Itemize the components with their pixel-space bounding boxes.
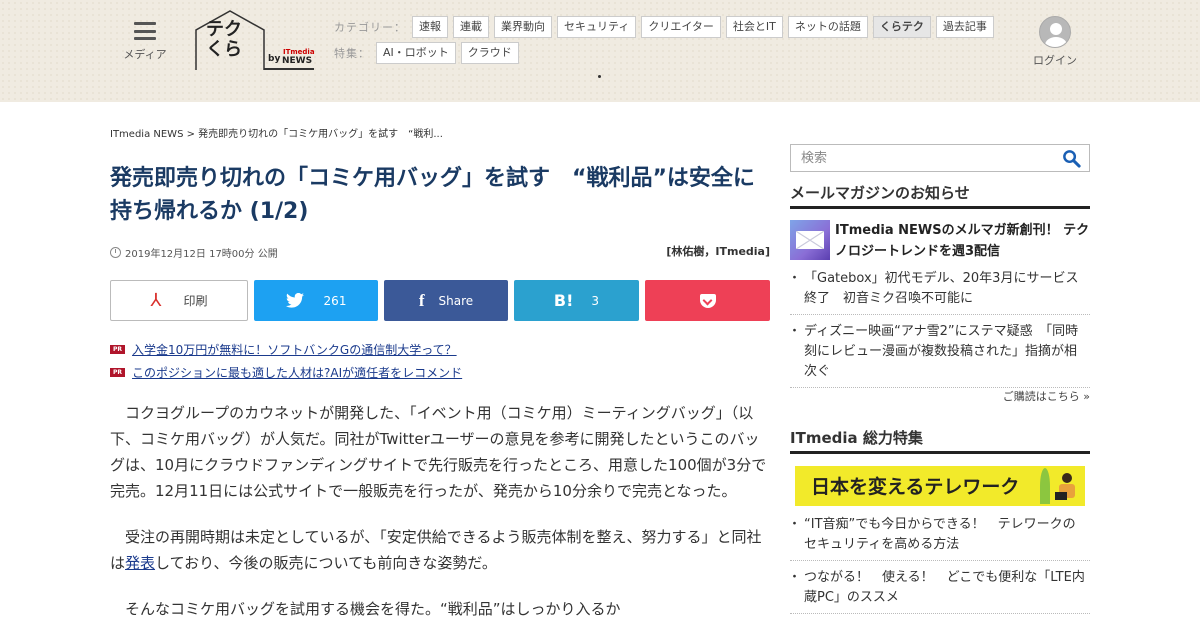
person-icon	[1055, 473, 1075, 500]
menu-label: メディア	[123, 48, 167, 61]
category-rensai[interactable]: 連載	[453, 16, 489, 38]
facebook-share-button[interactable]: f Share	[384, 280, 508, 321]
publish-date: 2019年12月12日 17時00分 公開	[110, 245, 278, 260]
breadcrumb[interactable]: ITmedia NEWS > 発売即売り切れの「コミケ用バッグ」を試す “戦利.…	[110, 125, 443, 140]
category-creator[interactable]: クリエイター	[641, 16, 721, 38]
pocket-icon	[699, 293, 716, 308]
article-paragraph: 受注の再開時期は未定としているが、「安定供給できるよう販売体制を整え、努力する」…	[110, 524, 770, 576]
banner-text: 日本を変えるテレワーク	[811, 476, 1020, 498]
logo-wordmark: テクくら	[206, 19, 242, 60]
article-paragraph: コクヨグループのカウネットが開発した、「イベント用（コミケ用）ミーティングバッグ…	[110, 404, 767, 500]
category-sokuho[interactable]: 速報	[412, 16, 448, 38]
share-bar: ⅄ 印刷 261 f Share B! 3	[110, 280, 770, 321]
list-item[interactable]: 「Gatebox」初代モデル、20年3月にサービス終了 初音ミク召喚不可能に	[788, 268, 1090, 315]
facebook-label: Share	[438, 293, 474, 308]
special-heading: ITmedia 総力特集	[790, 427, 1090, 454]
twitter-icon	[285, 293, 304, 308]
pr-item: PR このポジションに最も適した人材は?AIが適任者をレコメンド	[110, 364, 462, 381]
search-input[interactable]	[791, 145, 1051, 171]
article-title: 発売即売り切れの「コミケ用バッグ」を試す “戦利品”は安全に持ち帰れるか (1/…	[110, 166, 755, 224]
list-item[interactable]: ディズニー映画“アナ雪2”にステマ疑惑 「同時刻にレビュー漫画が複数投稿された」…	[788, 321, 1090, 388]
category-archive[interactable]: 過去記事	[935, 16, 994, 38]
twitter-share-button[interactable]: 261	[254, 280, 378, 321]
category-security[interactable]: セキュリティ	[557, 16, 637, 38]
site-logo[interactable]: テクくら by ITmedia NEWS	[194, 8, 318, 72]
author-byline: [林佑樹，ITmedia]	[666, 245, 770, 258]
mailmag-list: 「Gatebox」初代モデル、20年3月にサービス終了 初音ミク召喚不可能に デ…	[788, 268, 1090, 394]
plant-icon	[1040, 468, 1050, 504]
pr-link[interactable]: このポジションに最も適した人材は?AIが適任者をレコメンド	[132, 364, 462, 381]
menu-button[interactable]: メディア	[122, 22, 168, 62]
category-kuratech[interactable]: くらテク	[872, 16, 931, 38]
search-box	[790, 144, 1090, 172]
login-label: ログイン	[1033, 54, 1077, 67]
hamburger-icon	[134, 22, 156, 40]
hatena-count: 3	[591, 293, 600, 308]
logo-by: by	[268, 54, 281, 64]
print-button[interactable]: ⅄ 印刷	[110, 280, 248, 321]
feature-nav: 特集： AI・ロボット クラウド	[334, 42, 524, 64]
category-society-it[interactable]: 社会とIT	[725, 16, 783, 38]
feature-ai-robot[interactable]: AI・ロボット	[376, 42, 456, 64]
logo-underline	[264, 68, 314, 70]
feature-cloud[interactable]: クラウド	[460, 42, 519, 64]
avatar-icon	[1039, 16, 1071, 48]
category-nav: カテゴリー： 速報 連載 業界動向 セキュリティ クリエイター 社会とIT ネッ…	[334, 16, 999, 38]
feature-label: 特集：	[334, 47, 370, 60]
hatena-bookmark-button[interactable]: B! 3	[514, 280, 639, 321]
login-button[interactable]: ログイン	[1030, 16, 1080, 68]
pdf-icon: ⅄	[150, 290, 162, 311]
telework-banner[interactable]: 日本を変えるテレワーク	[795, 466, 1085, 506]
special-list: “IT音痴”でも今日からできる！ テレワークのセキュリティを高める方法 つながる…	[788, 514, 1090, 620]
category-net-topics[interactable]: ネットの話題	[787, 16, 868, 38]
pr-link[interactable]: 入学金10万円が無料に！ソフトバンクGの通信制大学って？	[132, 341, 457, 358]
clock-icon	[110, 247, 121, 258]
category-label: カテゴリー：	[334, 21, 406, 34]
pr-item: PR 入学金10万円が無料に！ソフトバンクGの通信制大学って？	[110, 341, 457, 358]
logo-brand-top: ITmedia	[283, 48, 315, 56]
facebook-icon: f	[418, 290, 425, 310]
pocket-button[interactable]	[645, 280, 770, 321]
announcement-link[interactable]: 発表	[125, 554, 155, 572]
list-item[interactable]: つながる！ 使える！ どこでも便利な「LTE内蔵PC」のススメ	[788, 567, 1090, 614]
logo-brand-bottom: NEWS	[282, 56, 313, 66]
mailmag-feature-title: ITmedia NEWSのメルマガ新創刊！ テクノロジートレンドを週3配信	[835, 223, 1090, 259]
mailmag-heading: メールマガジンのお知らせ	[790, 182, 1090, 209]
twitter-count: 261	[323, 293, 347, 308]
mail-icon	[790, 220, 830, 260]
paragraph-text: しており、今後の販売についても前向きな姿勢だ。	[155, 554, 497, 572]
publish-date-text: 2019年12月12日 17時00分 公開	[125, 249, 278, 260]
mailmag-feature[interactable]: ITmedia NEWSのメルマガ新創刊！ テクノロジートレンドを週3配信	[790, 220, 1090, 262]
pr-badge: PR	[110, 368, 126, 377]
subscribe-link[interactable]: ご購読はこちら »	[790, 388, 1090, 404]
site-header: メディア テクくら by ITmedia NEWS カテゴリー： 速報 連載 業…	[0, 0, 1200, 102]
search-icon[interactable]	[1062, 149, 1081, 168]
list-item[interactable]: “IT音痴”でも今日からできる！ テレワークのセキュリティを高める方法	[788, 514, 1090, 561]
pr-badge: PR	[110, 345, 126, 354]
article-body: コクヨグループのカウネットが開発した、「イベント用（コミケ用）ミーティングバッグ…	[110, 400, 770, 630]
print-label: 印刷	[183, 294, 208, 308]
category-gyokai[interactable]: 業界動向	[494, 16, 552, 38]
hatena-icon: B!	[553, 291, 574, 310]
article-paragraph: そんなコミケ用バッグを試用する機会を得た。“戦利品”はしっかり入るか	[125, 600, 621, 618]
header-dot	[598, 75, 601, 78]
